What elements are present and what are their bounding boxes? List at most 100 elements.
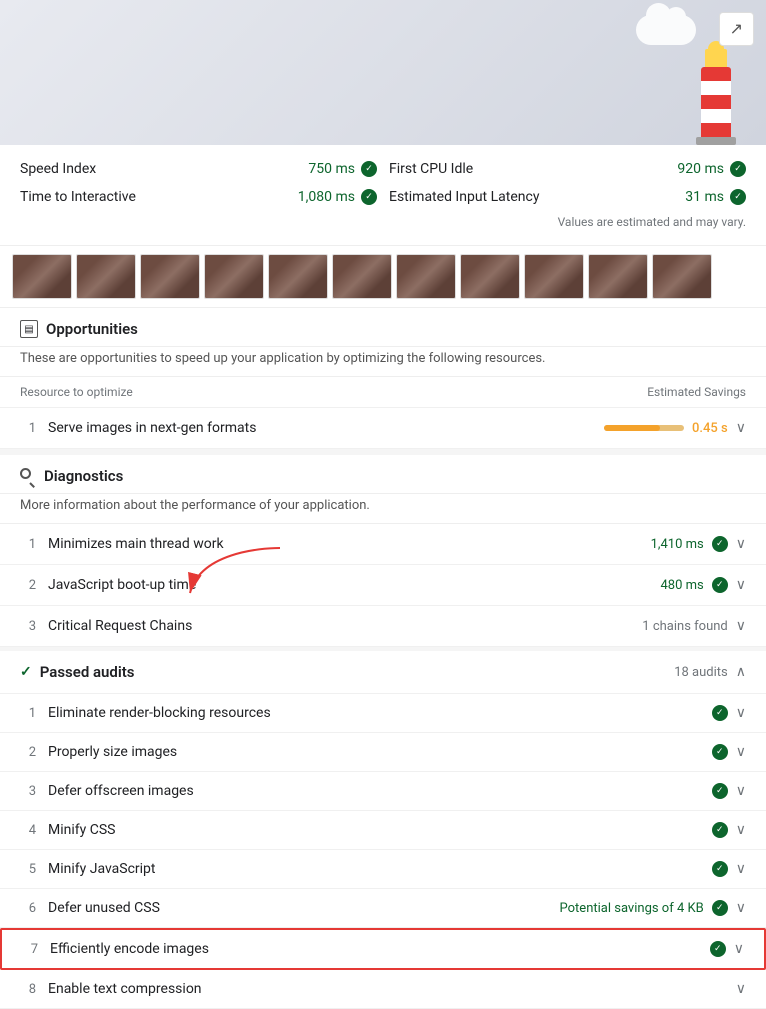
diagnostics-desc: More information about the performance o… [0,494,766,524]
audit-row-5-num: 5 [20,862,36,877]
savings-value: 0.45 s [692,421,728,436]
savings-bar-container: 0.45 s [604,421,728,436]
expand-audit-7[interactable]: ∨ [734,941,744,957]
expand-audit-5[interactable]: ∨ [736,861,746,877]
diagnostics-title: Diagnostics [44,467,123,485]
audit-row-7-text: Efficiently encode images [50,941,209,957]
eil-value: 31 ms ✓ [685,189,746,205]
opportunities-table-header: Resource to optimize Estimated Savings [0,377,766,408]
audit-row-3[interactable]: 3 Defer offscreen images ✓ ∨ [0,772,766,811]
tti-row: Time to Interactive 1,080 ms ✓ [20,189,377,205]
share-button[interactable]: ↗ [719,12,754,46]
savings-bar-fill [604,425,660,431]
diag-row-2-check: ✓ [712,577,728,593]
audit-row-1-num: 1 [20,706,36,721]
eil-check: ✓ [730,189,746,205]
diagnostics-header: Diagnostics [0,455,766,494]
expand-diag-2[interactable]: ∨ [736,577,746,593]
opportunity-row-1-left: 1 Serve images in next-gen formats [20,420,256,436]
filmstrip-frame-5 [268,254,328,299]
cloud-decoration [636,15,696,45]
audit-row-3-num: 3 [20,784,36,799]
diag-row-3-num: 3 [20,619,36,634]
audit-row-7-left: 7 Efficiently encode images [22,941,209,957]
lighthouse-top [705,49,727,67]
opportunity-row-1-right: 0.45 s ∨ [604,420,746,436]
passed-audits-left: ✓ Passed audits [20,663,135,681]
tti-check: ✓ [361,189,377,205]
audit-row-6-num: 6 [20,901,36,916]
audit-row-1-check: ✓ [712,705,728,721]
audit-row-1-text: Eliminate render-blocking resources [48,705,271,721]
audit-row-3-text: Defer offscreen images [48,783,194,799]
diag-row-1-text: Minimizes main thread work [48,536,224,552]
diag-row-2-value: 480 ms [660,578,703,593]
lighthouse-base [696,137,736,145]
expand-audit-8[interactable]: ∨ [736,981,746,997]
audit-row-3-right: ✓ ∨ [712,783,746,799]
filmstrip-frame-1 [12,254,72,299]
audits-count: 18 audits [674,665,728,680]
opportunities-icon: ▤ [20,320,38,338]
audit-row-8-right: ∨ [736,981,746,997]
audit-row-7[interactable]: 7 Efficiently encode images ✓ ∨ [0,928,766,970]
diag-row-1-check: ✓ [712,536,728,552]
filmstrip-section [0,246,766,308]
lighthouse-illustration [696,49,736,145]
expand-diag-1[interactable]: ∨ [736,536,746,552]
passed-audits-right: 18 audits ∧ [674,664,746,680]
filmstrip-frame-3 [140,254,200,299]
speed-index-check: ✓ [361,161,377,177]
audit-row-4-left: 4 Minify CSS [20,822,115,838]
audit-row-1-right: ✓ ∨ [712,705,746,721]
first-cpu-idle-check: ✓ [730,161,746,177]
filmstrip-frame-8 [460,254,520,299]
passed-audits-title: Passed audits [40,663,135,681]
audit-row-1[interactable]: 1 Eliminate render-blocking resources ✓ … [0,694,766,733]
speed-index-value: 750 ms ✓ [308,161,377,177]
audit-row-7-right: ✓ ∨ [710,941,744,957]
eil-label: Estimated Input Latency [389,189,539,205]
audit-row-3-left: 3 Defer offscreen images [20,783,194,799]
expand-audit-1[interactable]: ∨ [736,705,746,721]
expand-diag-3[interactable]: ∨ [736,618,746,634]
expand-audit-2[interactable]: ∨ [736,744,746,760]
audit-row-1-left: 1 Eliminate render-blocking resources [20,705,271,721]
filmstrip-frame-11 [652,254,712,299]
audit-row-4[interactable]: 4 Minify CSS ✓ ∨ [0,811,766,850]
expand-audit-3[interactable]: ∨ [736,783,746,799]
diag-row-2-text: JavaScript boot-up time [48,577,196,593]
values-note: Values are estimated and may vary. [20,215,746,229]
opportunity-row-1[interactable]: 1 Serve images in next-gen formats 0.45 … [0,408,766,449]
audit-row-6-check: ✓ [712,900,728,916]
diag-row-2[interactable]: 2 JavaScript boot-up time 480 ms ✓ ∨ [0,565,766,606]
audit-row-3-check: ✓ [712,783,728,799]
first-cpu-idle-value: 920 ms ✓ [677,161,746,177]
passed-audits-section: ✓ Passed audits 18 audits ∧ 1 Eliminate … [0,651,766,1009]
opportunities-section: ▤ Opportunities These are opportunities … [0,308,766,449]
passed-audits-header[interactable]: ✓ Passed audits 18 audits ∧ [0,651,766,694]
expand-opportunity-1[interactable]: ∨ [736,420,746,436]
savings-bar [604,425,684,431]
diag-row-3-right: 1 chains found ∨ [642,618,746,634]
diag-row-2-left: 2 JavaScript boot-up time [20,577,196,593]
audit-row-5-text: Minify JavaScript [48,861,156,877]
metrics-grid: Speed Index 750 ms ✓ First CPU Idle 920 … [20,161,746,205]
diag-row-1[interactable]: 1 Minimizes main thread work 1,410 ms ✓ … [0,524,766,565]
diag-row-1-num: 1 [20,537,36,552]
diag-row-3-value: 1 chains found [642,619,727,634]
passed-check-icon: ✓ [20,664,32,680]
diag-row-3[interactable]: 3 Critical Request Chains 1 chains found… [0,606,766,647]
audit-row-6-left: 6 Defer unused CSS [20,900,160,916]
audit-row-5[interactable]: 5 Minify JavaScript ✓ ∨ [0,850,766,889]
opportunities-header: ▤ Opportunities [0,308,766,347]
audit-row-2[interactable]: 2 Properly size images ✓ ∨ [0,733,766,772]
opportunity-row-1-text: Serve images in next-gen formats [48,420,256,436]
expand-audit-4[interactable]: ∨ [736,822,746,838]
audit-row-5-check: ✓ [712,861,728,877]
audit-row-6[interactable]: 6 Defer unused CSS Potential savings of … [0,889,766,928]
audit-row-2-text: Properly size images [48,744,177,760]
metrics-section: Speed Index 750 ms ✓ First CPU Idle 920 … [0,145,766,246]
speed-index-row: Speed Index 750 ms ✓ [20,161,377,177]
expand-audit-6[interactable]: ∨ [736,900,746,916]
